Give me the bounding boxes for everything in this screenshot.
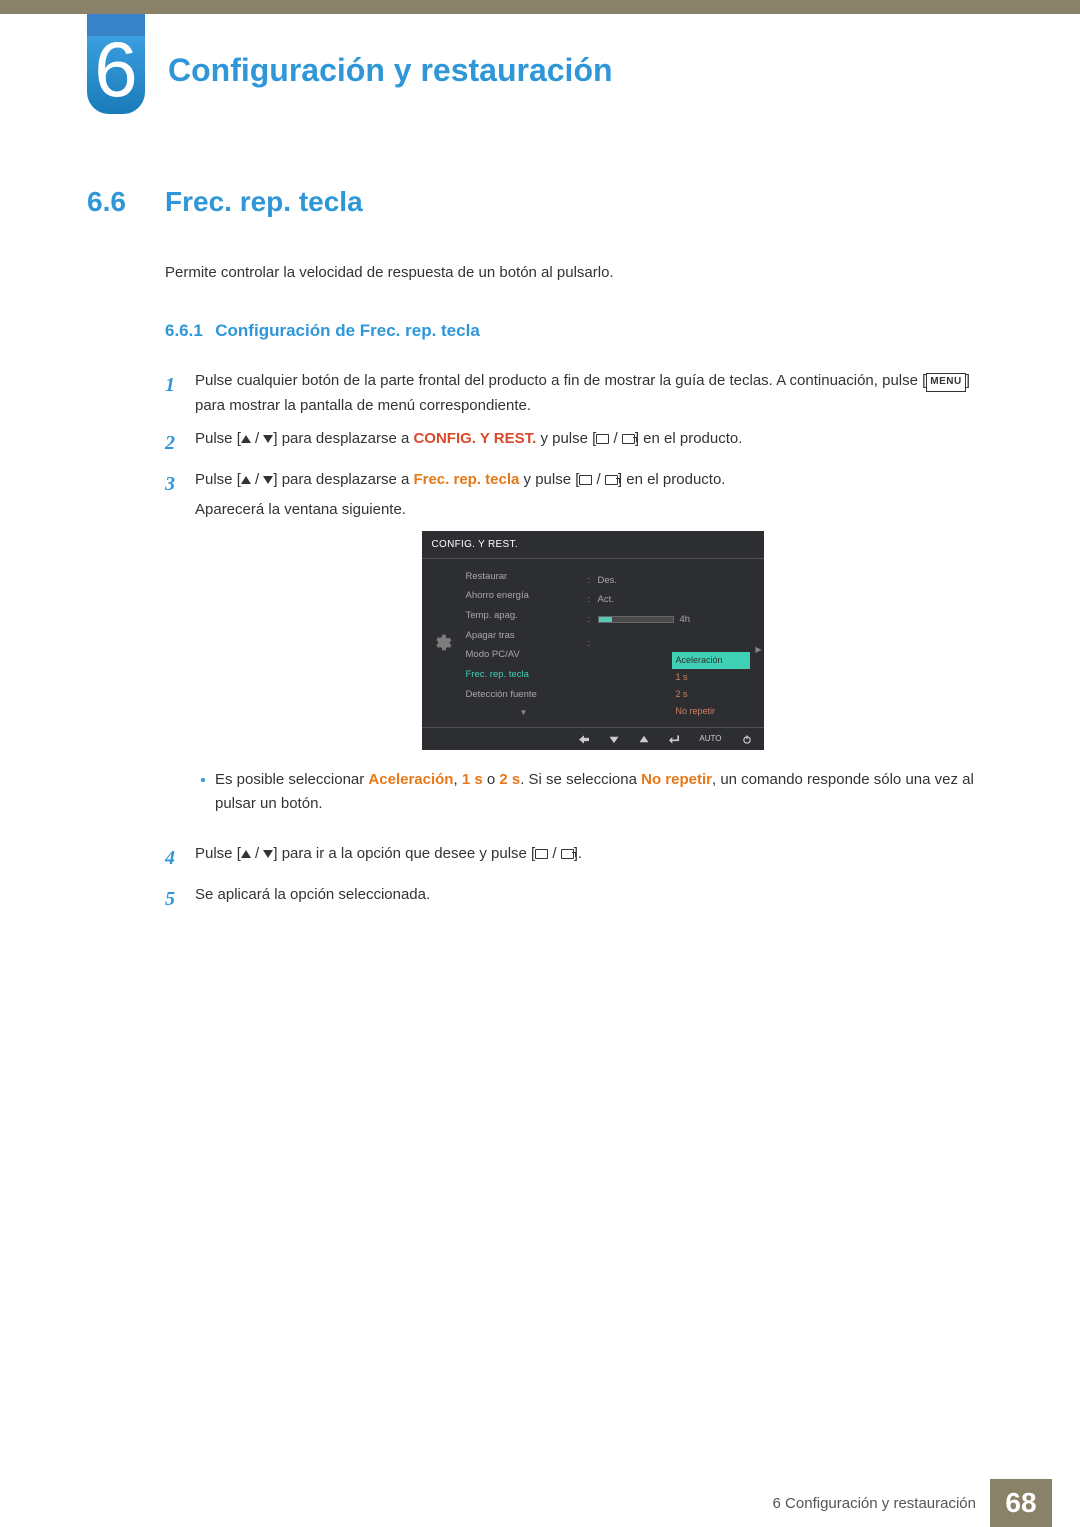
footer-chapter-label: 6 Configuración y restauración (773, 1495, 990, 1512)
step-text: Pulse cualquier botón de la parte fronta… (195, 369, 990, 419)
step-3: 3 Pulse [ / ] para desplazarse a Frec. r… (165, 468, 990, 834)
osd-value: 4h (680, 612, 691, 628)
monitor-source-icon (605, 475, 618, 485)
triangle-up-icon (639, 732, 649, 745)
section-heading: 6.6 Frec. rep. tecla (87, 186, 990, 218)
triangle-up-icon (241, 476, 251, 484)
step-number: 5 (165, 883, 195, 916)
note-text: Es posible seleccionar Aceleración, 1 s … (215, 768, 990, 816)
osd-title: CONFIG. Y REST. (422, 531, 764, 559)
osd-values: :Des. :Act. :4h : Aceleración 1 s 2 s No… (582, 565, 764, 722)
step-4: 4 Pulse [ / ] para ir a la opción que de… (165, 842, 990, 875)
osd-menu-list: Restaurar Ahorro energía Temp. apag. Apa… (462, 565, 582, 722)
steps-list: 1 Pulse cualquier botón de la parte fron… (165, 369, 990, 916)
monitor-icon (535, 849, 548, 859)
auto-label: AUTO (699, 732, 721, 745)
step-5: 5 Se aplicará la opción seleccionada. (165, 883, 990, 916)
subsection-title: Configuración de Frec. rep. tecla (215, 321, 480, 340)
step-note: Aparecerá la ventana siguiente. (195, 498, 990, 523)
chapter-number: 6 (94, 30, 137, 108)
osd-item: Apagar tras (466, 626, 582, 646)
osd-item-active: Frec. rep. tecla (466, 665, 582, 685)
back-icon (579, 732, 589, 745)
triangle-up-icon (241, 435, 251, 443)
osd-value: Act. (598, 592, 614, 608)
monitor-icon (579, 475, 592, 485)
triangle-up-icon (241, 850, 251, 858)
osd-value: Des. (598, 573, 618, 589)
step-text: Pulse [ / ] para desplazarse a CONFIG. Y… (195, 427, 990, 460)
bullet-icon (201, 778, 205, 782)
monitor-source-icon (622, 434, 635, 444)
triangle-down-icon (263, 476, 273, 484)
subsection-number: 6.6.1 (165, 321, 203, 340)
page-content: 6.6 Frec. rep. tecla Permite controlar l… (87, 186, 990, 924)
menu-button-label: MENU (926, 373, 965, 392)
gear-icon (422, 565, 462, 722)
page-number: 68 (990, 1479, 1052, 1527)
osd-popup-item: No repetir (672, 703, 750, 720)
osd-item: Ahorro energía (466, 586, 582, 606)
step-2: 2 Pulse [ / ] para desplazarse a CONFIG.… (165, 427, 990, 460)
step-number: 1 (165, 369, 195, 419)
chapter-badge: 6 (87, 14, 145, 116)
step-number: 2 (165, 427, 195, 460)
subsection-heading: 6.6.1 Configuración de Frec. rep. tecla (165, 321, 990, 341)
triangle-down-icon (609, 732, 619, 745)
osd-slider (598, 616, 674, 623)
step-text: Pulse [ / ] para ir a la opción que dese… (195, 842, 990, 875)
enter-icon (669, 732, 679, 745)
monitor-source-icon (561, 849, 574, 859)
step-number: 3 (165, 468, 195, 834)
monitor-icon (596, 434, 609, 444)
osd-item: Detección fuente (466, 685, 582, 705)
scroll-right-icon: ▶ (755, 643, 761, 656)
note-bullet: Es posible seleccionar Aceleración, 1 s … (195, 768, 990, 816)
osd-item: Temp. apag. (466, 606, 582, 626)
osd-footer: AUTO (422, 727, 764, 749)
power-icon (742, 732, 752, 745)
osd-item: Modo PC/AV (466, 645, 582, 665)
osd-window: CONFIG. Y REST. Restaurar Ahorro energía… (422, 531, 764, 750)
top-stripe (0, 0, 1080, 14)
step-number: 4 (165, 842, 195, 875)
chapter-title: Configuración y restauración (168, 52, 613, 89)
step-text: Se aplicará la opción seleccionada. (195, 883, 990, 916)
section-description: Permite controlar la velocidad de respue… (165, 264, 990, 281)
osd-popup: Aceleración 1 s 2 s No repetir (672, 652, 750, 719)
section-number: 6.6 (87, 186, 145, 218)
step-1: 1 Pulse cualquier botón de la parte fron… (165, 369, 990, 419)
triangle-down-icon (263, 850, 273, 858)
osd-popup-item: 1 s (672, 669, 750, 686)
section-title: Frec. rep. tecla (165, 186, 363, 218)
osd-item: Restaurar (466, 567, 582, 587)
osd-popup-item-selected: Aceleración (672, 652, 750, 669)
scroll-down-icon: ▼ (466, 706, 582, 719)
step-text: Pulse [ / ] para desplazarse a Frec. rep… (195, 468, 990, 834)
triangle-down-icon (263, 435, 273, 443)
osd-popup-item: 2 s (672, 686, 750, 703)
page-footer: 6 Configuración y restauración 68 (0, 1479, 1080, 1527)
